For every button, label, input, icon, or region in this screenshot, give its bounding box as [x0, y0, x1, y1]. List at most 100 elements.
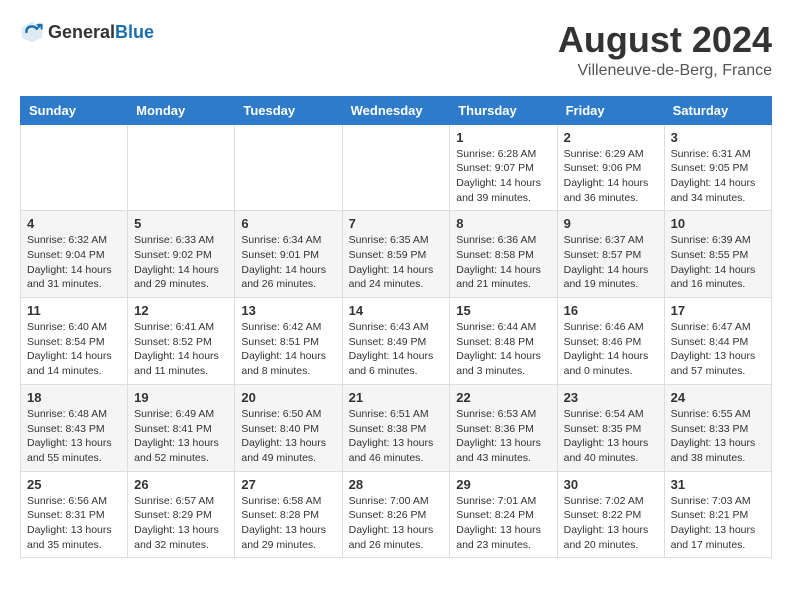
day-info: Sunrise: 7:03 AM Sunset: 8:21 PM Dayligh…	[671, 494, 765, 553]
day-cell: 25 Sunrise: 6:56 AM Sunset: 8:31 PM Dayli…	[21, 471, 128, 558]
day-info: Sunrise: 6:57 AM Sunset: 8:29 PM Dayligh…	[134, 494, 228, 553]
day-info: Sunrise: 7:01 AM Sunset: 8:24 PM Dayligh…	[456, 494, 550, 553]
day-number: 11	[27, 303, 121, 318]
day-cell: 16 Sunrise: 6:46 AM Sunset: 8:46 PM Dayli…	[557, 298, 664, 385]
day-info: Sunrise: 7:00 AM Sunset: 8:26 PM Dayligh…	[349, 494, 444, 553]
day-cell	[128, 124, 235, 211]
day-cell: 18 Sunrise: 6:48 AM Sunset: 8:43 PM Dayli…	[21, 384, 128, 471]
day-info: Sunrise: 6:46 AM Sunset: 8:46 PM Dayligh…	[564, 320, 658, 379]
day-cell: 8 Sunrise: 6:36 AM Sunset: 8:58 PM Daylig…	[450, 211, 557, 298]
day-info: Sunrise: 6:50 AM Sunset: 8:40 PM Dayligh…	[241, 407, 335, 466]
day-cell: 11 Sunrise: 6:40 AM Sunset: 8:54 PM Dayli…	[21, 298, 128, 385]
day-number: 9	[564, 216, 658, 231]
day-info: Sunrise: 7:02 AM Sunset: 8:22 PM Dayligh…	[564, 494, 658, 553]
day-cell: 28 Sunrise: 7:00 AM Sunset: 8:26 PM Dayli…	[342, 471, 450, 558]
day-info: Sunrise: 6:53 AM Sunset: 8:36 PM Dayligh…	[456, 407, 550, 466]
logo-text: GeneralBlue	[48, 22, 154, 43]
day-cell: 12Sunrise: 6:41 AM Sunset: 8:52 PM Dayli…	[128, 298, 235, 385]
day-cell: 23Sunrise: 6:54 AM Sunset: 8:35 PM Dayli…	[557, 384, 664, 471]
day-info: Sunrise: 6:31 AM Sunset: 9:05 PM Dayligh…	[671, 147, 765, 206]
day-info: Sunrise: 6:58 AM Sunset: 8:28 PM Dayligh…	[241, 494, 335, 553]
day-cell: 4Sunrise: 6:32 AM Sunset: 9:04 PM Daylig…	[21, 211, 128, 298]
day-info: Sunrise: 6:33 AM Sunset: 9:02 PM Dayligh…	[134, 233, 228, 292]
day-number: 24	[671, 390, 765, 405]
day-info: Sunrise: 6:37 AM Sunset: 8:57 PM Dayligh…	[564, 233, 658, 292]
day-cell: 9 Sunrise: 6:37 AM Sunset: 8:57 PM Daylig…	[557, 211, 664, 298]
day-header-monday: Monday	[128, 96, 235, 124]
logo-icon	[20, 20, 44, 44]
day-info: Sunrise: 6:40 AM Sunset: 8:54 PM Dayligh…	[27, 320, 121, 379]
day-number: 3	[671, 130, 765, 145]
week-row-3: 18 Sunrise: 6:48 AM Sunset: 8:43 PM Dayli…	[21, 384, 772, 471]
week-row-1: 4Sunrise: 6:32 AM Sunset: 9:04 PM Daylig…	[21, 211, 772, 298]
day-cell: 7Sunrise: 6:35 AM Sunset: 8:59 PM Daylig…	[342, 211, 450, 298]
logo-general: General	[48, 22, 115, 42]
day-headers-row: SundayMondayTuesdayWednesdayThursdayFrid…	[21, 96, 772, 124]
day-number: 22	[456, 390, 550, 405]
day-cell: 5 Sunrise: 6:33 AM Sunset: 9:02 PM Daylig…	[128, 211, 235, 298]
location: Villeneuve-de-Berg, France	[558, 62, 772, 80]
day-cell: 30Sunrise: 7:02 AM Sunset: 8:22 PM Dayli…	[557, 471, 664, 558]
day-info: Sunrise: 6:39 AM Sunset: 8:55 PM Dayligh…	[671, 233, 765, 292]
day-header-wednesday: Wednesday	[342, 96, 450, 124]
day-info: Sunrise: 6:34 AM Sunset: 9:01 PM Dayligh…	[241, 233, 335, 292]
week-row-0: 1Sunrise: 6:28 AM Sunset: 9:07 PM Daylig…	[21, 124, 772, 211]
day-number: 8	[456, 216, 550, 231]
day-number: 27	[241, 477, 335, 492]
day-number: 25	[27, 477, 121, 492]
day-cell	[235, 124, 342, 211]
week-row-2: 11 Sunrise: 6:40 AM Sunset: 8:54 PM Dayli…	[21, 298, 772, 385]
day-number: 16	[564, 303, 658, 318]
day-cell: 1Sunrise: 6:28 AM Sunset: 9:07 PM Daylig…	[450, 124, 557, 211]
day-cell: 13Sunrise: 6:42 AM Sunset: 8:51 PM Dayli…	[235, 298, 342, 385]
day-cell: 26 Sunrise: 6:57 AM Sunset: 8:29 PM Dayli…	[128, 471, 235, 558]
day-info: Sunrise: 6:29 AM Sunset: 9:06 PM Dayligh…	[564, 147, 658, 206]
calendar-table: SundayMondayTuesdayWednesdayThursdayFrid…	[20, 96, 772, 559]
day-info: Sunrise: 6:36 AM Sunset: 8:58 PM Dayligh…	[456, 233, 550, 292]
day-header-friday: Friday	[557, 96, 664, 124]
month-year: August 2024	[558, 20, 772, 60]
day-header-tuesday: Tuesday	[235, 96, 342, 124]
day-header-thursday: Thursday	[450, 96, 557, 124]
day-number: 18	[27, 390, 121, 405]
day-number: 28	[349, 477, 444, 492]
day-cell: 20 Sunrise: 6:50 AM Sunset: 8:40 PM Dayli…	[235, 384, 342, 471]
day-header-sunday: Sunday	[21, 96, 128, 124]
day-number: 15	[456, 303, 550, 318]
day-info: Sunrise: 6:43 AM Sunset: 8:49 PM Dayligh…	[349, 320, 444, 379]
day-cell: 22 Sunrise: 6:53 AM Sunset: 8:36 PM Dayli…	[450, 384, 557, 471]
day-info: Sunrise: 6:48 AM Sunset: 8:43 PM Dayligh…	[27, 407, 121, 466]
day-number: 5	[134, 216, 228, 231]
day-cell: 10 Sunrise: 6:39 AM Sunset: 8:55 PM Dayli…	[664, 211, 771, 298]
day-cell: 24 Sunrise: 6:55 AM Sunset: 8:33 PM Dayli…	[664, 384, 771, 471]
day-cell: 21Sunrise: 6:51 AM Sunset: 8:38 PM Dayli…	[342, 384, 450, 471]
day-number: 26	[134, 477, 228, 492]
day-number: 7	[349, 216, 444, 231]
day-number: 20	[241, 390, 335, 405]
day-number: 10	[671, 216, 765, 231]
day-info: Sunrise: 6:49 AM Sunset: 8:41 PM Dayligh…	[134, 407, 228, 466]
day-number: 2	[564, 130, 658, 145]
day-info: Sunrise: 6:47 AM Sunset: 8:44 PM Dayligh…	[671, 320, 765, 379]
day-number: 19	[134, 390, 228, 405]
logo-blue: Blue	[115, 22, 154, 42]
day-number: 12	[134, 303, 228, 318]
day-cell: 31 Sunrise: 7:03 AM Sunset: 8:21 PM Dayli…	[664, 471, 771, 558]
logo: GeneralBlue	[20, 20, 154, 44]
day-cell: 27 Sunrise: 6:58 AM Sunset: 8:28 PM Dayli…	[235, 471, 342, 558]
day-info: Sunrise: 6:44 AM Sunset: 8:48 PM Dayligh…	[456, 320, 550, 379]
day-number: 1	[456, 130, 550, 145]
day-number: 13	[241, 303, 335, 318]
day-header-saturday: Saturday	[664, 96, 771, 124]
day-number: 31	[671, 477, 765, 492]
day-cell: 29Sunrise: 7:01 AM Sunset: 8:24 PM Dayli…	[450, 471, 557, 558]
day-cell: 2 Sunrise: 6:29 AM Sunset: 9:06 PM Daylig…	[557, 124, 664, 211]
day-info: Sunrise: 6:51 AM Sunset: 8:38 PM Dayligh…	[349, 407, 444, 466]
day-info: Sunrise: 6:56 AM Sunset: 8:31 PM Dayligh…	[27, 494, 121, 553]
day-cell: 6Sunrise: 6:34 AM Sunset: 9:01 PM Daylig…	[235, 211, 342, 298]
day-cell: 3 Sunrise: 6:31 AM Sunset: 9:05 PM Daylig…	[664, 124, 771, 211]
day-cell	[21, 124, 128, 211]
day-info: Sunrise: 6:55 AM Sunset: 8:33 PM Dayligh…	[671, 407, 765, 466]
day-cell	[342, 124, 450, 211]
title-section: August 2024 Villeneuve-de-Berg, France	[558, 20, 772, 80]
